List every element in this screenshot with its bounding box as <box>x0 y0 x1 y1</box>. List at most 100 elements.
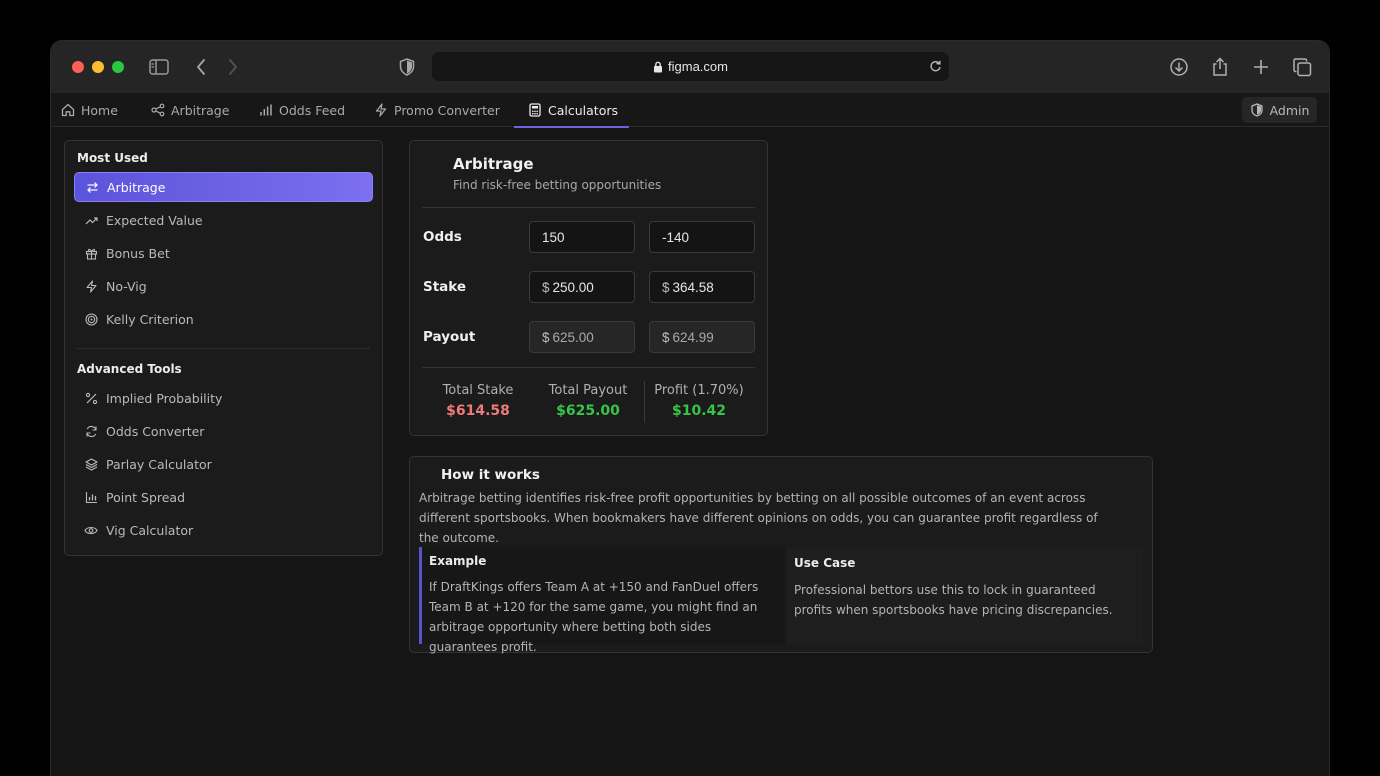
payout-a-field: $ 625.00 <box>529 321 635 353</box>
zap-icon <box>84 279 98 293</box>
currency-symbol: $ <box>542 329 550 345</box>
sidebar-item-label: Arbitrage <box>107 179 166 195</box>
percent-icon <box>84 391 98 405</box>
browser-toolbar: figma.com <box>51 41 1329 93</box>
payout-b-field: $ 624.99 <box>649 321 755 353</box>
zap-icon <box>374 103 388 117</box>
total-payout-value: $625.00 <box>556 403 620 419</box>
currency-symbol: $ <box>662 329 670 345</box>
sidebar-item-bonus-bet[interactable]: Bonus Bet <box>74 238 373 268</box>
use-case-text: Professional bettors use this to lock in… <box>794 583 1113 617</box>
sidebar-item-expected-value[interactable]: Expected Value <box>74 205 373 235</box>
shield-icon <box>1250 103 1264 117</box>
stake-b-input[interactable]: $ 364.58 <box>649 271 755 303</box>
calculator-title: Arbitrage <box>453 155 534 173</box>
reload-icon[interactable] <box>927 58 943 74</box>
sidebar-item-label: Odds Converter <box>106 423 205 439</box>
total-payout-label: Total Payout <box>548 383 628 398</box>
calculator-sidebar: Most Used Arbitrage Expected Value Bonus… <box>64 140 383 556</box>
use-case-title: Use Case <box>794 556 856 570</box>
sidebar-item-label: Kelly Criterion <box>106 311 194 327</box>
network-icon <box>151 103 165 117</box>
sidebar-item-point-spread[interactable]: Point Spread <box>74 482 373 512</box>
total-stake-label: Total Stake <box>442 383 514 398</box>
example-box: Example If DraftKings offers Team A at +… <box>419 547 785 654</box>
currency-symbol: $ <box>662 279 670 295</box>
url-text: figma.com <box>668 59 728 74</box>
zoom-window-button[interactable] <box>112 61 124 73</box>
share-icon[interactable] <box>1208 55 1232 79</box>
sidebar-item-odds-converter[interactable]: Odds Converter <box>74 416 373 446</box>
odds-b-input[interactable]: -140 <box>649 221 755 253</box>
example-text: If DraftKings offers Team A at +150 and … <box>429 580 759 654</box>
new-tab-icon[interactable] <box>1249 55 1273 79</box>
example-title: Example <box>429 554 487 568</box>
back-arrow-icon[interactable] <box>189 55 213 79</box>
close-window-button[interactable] <box>72 61 84 73</box>
forward-arrow-icon[interactable] <box>221 55 245 79</box>
minimize-window-button[interactable] <box>92 61 104 73</box>
calculator-subtitle: Find risk-free betting opportunities <box>453 178 662 192</box>
odds-b-value: -140 <box>662 229 690 245</box>
app-top-nav: Home Arbitrage Odds Feed Promo Converter… <box>51 93 1329 128</box>
profit-value: $10.42 <box>671 403 727 419</box>
nav-arbitrage-label: Arbitrage <box>171 102 230 118</box>
most-used-heading: Most Used <box>77 151 148 165</box>
sidebar-item-label: Point Spread <box>106 489 186 505</box>
payout-a-value: 625.00 <box>552 329 594 345</box>
payout-b-value: 624.99 <box>672 329 714 345</box>
sidebar-divider <box>77 348 370 349</box>
nav-calculators-label: Calculators <box>548 102 618 118</box>
stake-a-input[interactable]: $ 250.00 <box>529 271 635 303</box>
totals-divider <box>422 367 755 368</box>
sidebar-item-label: Parlay Calculator <box>106 456 212 472</box>
odds-label: Odds <box>423 229 462 245</box>
payout-label: Payout <box>423 329 476 345</box>
browser-window: figma.com Home Arbitrage Odds Feed Promo… <box>50 40 1330 776</box>
stake-a-value: 250.00 <box>552 279 594 295</box>
nav-promo-converter[interactable]: Promo Converter <box>374 93 500 127</box>
download-icon[interactable] <box>1167 55 1191 79</box>
nav-home-label: Home <box>81 102 118 118</box>
bar-chart-icon <box>84 490 98 504</box>
nav-arbitrage[interactable]: Arbitrage <box>151 93 229 127</box>
sidebar-item-label: Expected Value <box>106 212 203 228</box>
nav-promo-converter-label: Promo Converter <box>394 102 500 118</box>
sidebar-item-label: Implied Probability <box>106 390 223 406</box>
lock-icon <box>653 61 663 73</box>
sidebar-item-label: Vig Calculator <box>106 522 194 538</box>
sidebar-item-parlay-calculator[interactable]: Parlay Calculator <box>74 449 373 479</box>
card-divider <box>422 207 755 208</box>
admin-button[interactable]: Admin <box>1242 97 1317 123</box>
stake-b-value: 364.58 <box>672 279 714 295</box>
sidebar-item-no-vig[interactable]: No-Vig <box>74 271 373 301</box>
nav-odds-feed[interactable]: Odds Feed <box>259 93 345 127</box>
nav-home[interactable]: Home <box>61 93 118 127</box>
arbitrage-calculator-card: Arbitrage Find risk-free betting opportu… <box>409 140 768 436</box>
how-it-works-title: How it works <box>441 467 540 483</box>
how-it-works-text: Arbitrage betting identifies risk-free p… <box>419 491 1098 545</box>
sidebar-item-label: No-Vig <box>106 278 147 294</box>
swap-icon <box>85 180 99 194</box>
stake-label: Stake <box>423 279 467 295</box>
how-it-works-card: How it works Arbitrage betting identifie… <box>409 456 1153 654</box>
target-icon <box>84 312 98 326</box>
currency-symbol: $ <box>542 279 550 295</box>
sidebar-toggle-icon[interactable] <box>147 55 171 79</box>
privacy-shield-icon[interactable] <box>395 55 419 79</box>
advanced-tools-heading: Advanced Tools <box>77 362 182 376</box>
nav-odds-feed-label: Odds Feed <box>279 102 346 118</box>
odds-a-input[interactable]: 150 <box>529 221 635 253</box>
total-stake-value: $614.58 <box>446 403 510 419</box>
nav-calculators[interactable]: Calculators <box>514 93 629 128</box>
home-icon <box>61 103 75 117</box>
sidebar-item-arbitrage[interactable]: Arbitrage <box>74 172 373 202</box>
sidebar-item-kelly-criterion[interactable]: Kelly Criterion <box>74 304 373 334</box>
sidebar-item-implied-probability[interactable]: Implied Probability <box>74 383 373 413</box>
odds-a-value: 150 <box>542 229 565 245</box>
address-bar[interactable]: figma.com <box>432 52 949 81</box>
tab-overview-icon[interactable] <box>1290 55 1314 79</box>
sidebar-item-vig-calculator[interactable]: Vig Calculator <box>74 515 373 545</box>
calculator-icon <box>528 103 542 117</box>
trending-up-icon <box>84 213 98 227</box>
